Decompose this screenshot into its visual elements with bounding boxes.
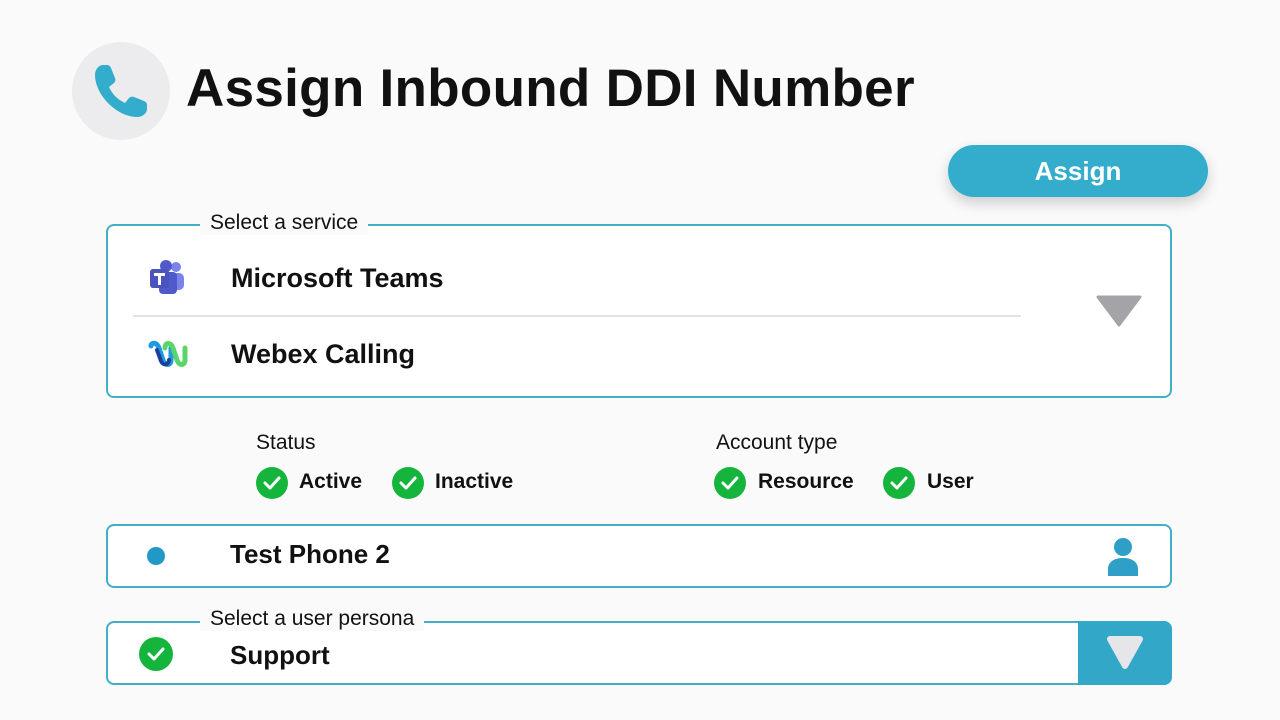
chevron-down-icon[interactable]: [1096, 294, 1142, 328]
check-icon: [147, 647, 165, 661]
user-icon[interactable]: [1105, 536, 1141, 576]
triangle-down-icon: [1107, 636, 1143, 669]
service-option-label: Microsoft Teams: [231, 262, 444, 293]
status-dot: [147, 547, 165, 565]
status-inactive-checkbox[interactable]: [392, 467, 424, 499]
phone-entry-name: Test Phone 2: [230, 539, 390, 569]
check-icon: [721, 476, 739, 490]
assign-button[interactable]: Assign: [948, 145, 1208, 197]
phone-icon: [95, 65, 147, 117]
account-type-resource-label: Resource: [758, 470, 854, 493]
divider: [133, 315, 1021, 317]
account-type-user-checkbox[interactable]: [883, 467, 915, 499]
service-option-webex-calling[interactable]: Webex Calling: [108, 334, 1028, 374]
persona-value: Support: [230, 640, 330, 670]
service-select: Microsoft Teams Webex Calling: [106, 224, 1172, 398]
service-option-label: Webex Calling: [231, 338, 416, 369]
check-icon: [263, 476, 281, 490]
service-option-microsoft-teams[interactable]: Microsoft Teams: [108, 258, 1028, 298]
phone-icon-badge: [72, 42, 170, 140]
status-filter-heading: Status: [256, 431, 316, 454]
status-active-label: Active: [299, 470, 363, 493]
account-type-filter-heading: Account type: [716, 431, 838, 454]
account-type-user-label: User: [927, 470, 974, 493]
account-type-resource-checkbox[interactable]: [714, 467, 746, 499]
persona-select-legend: Select a user persona: [200, 607, 425, 631]
persona-selected-check: [139, 637, 173, 671]
check-icon: [399, 476, 417, 490]
microsoft-teams-icon: [148, 258, 188, 298]
service-select-legend: Select a service: [200, 211, 369, 235]
page-title: Assign Inbound DDI Number: [186, 59, 915, 118]
persona-dropdown-button[interactable]: [1078, 621, 1172, 685]
status-inactive-label: Inactive: [435, 470, 514, 493]
status-active-checkbox[interactable]: [256, 467, 288, 499]
check-icon: [890, 476, 908, 490]
webex-icon: [148, 334, 188, 374]
